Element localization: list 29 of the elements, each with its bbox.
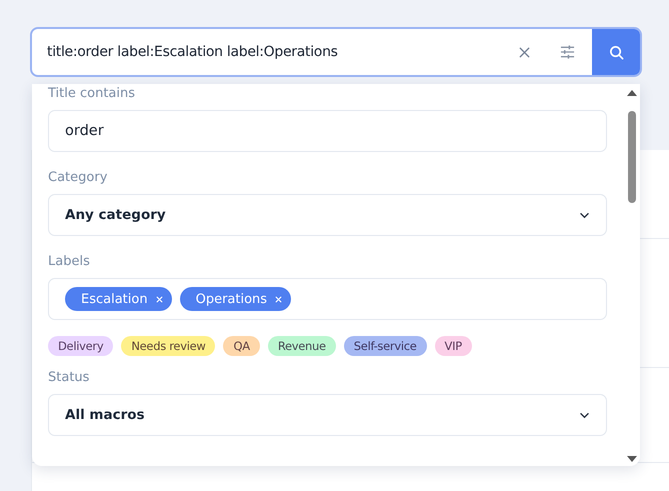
label-tag[interactable]: QA xyxy=(223,336,260,356)
label-tag[interactable]: Self-service xyxy=(344,336,427,356)
title-input[interactable]: order xyxy=(48,110,607,152)
label-tag[interactable]: Revenue xyxy=(268,336,336,356)
label-tag[interactable]: Needs review xyxy=(121,336,216,356)
clear-icon[interactable] xyxy=(519,46,530,58)
field-label: Labels xyxy=(48,254,90,269)
chevron-down-icon xyxy=(579,212,590,218)
remove-icon[interactable] xyxy=(275,296,282,302)
search-field[interactable]: title:order label:Escalation label:Operations xyxy=(30,27,642,77)
label-chip[interactable]: Operations xyxy=(180,287,292,311)
status-select[interactable]: All macros xyxy=(48,394,607,436)
label-chip[interactable]: Escalation xyxy=(65,287,172,311)
label-tag[interactable]: VIP xyxy=(434,336,472,356)
search-input[interactable]: title:order label:Escalation label:Operations xyxy=(32,44,519,60)
field-label: Category xyxy=(48,170,108,185)
chevron-down-icon xyxy=(579,412,590,418)
search-button[interactable] xyxy=(592,29,640,75)
field-label: Title contains xyxy=(48,86,136,101)
remove-icon[interactable] xyxy=(156,296,163,302)
sliders-icon[interactable] xyxy=(560,45,575,59)
label-tag[interactable]: Delivery xyxy=(48,336,114,356)
scrollbar[interactable] xyxy=(624,84,640,466)
field-label: Status xyxy=(48,370,90,385)
search-icon xyxy=(608,44,624,60)
labels-input[interactable]: Escalation Operations xyxy=(48,278,607,320)
scroll-up-icon[interactable] xyxy=(627,90,637,96)
scroll-thumb[interactable] xyxy=(628,111,636,203)
category-select[interactable]: Any category xyxy=(48,194,607,236)
